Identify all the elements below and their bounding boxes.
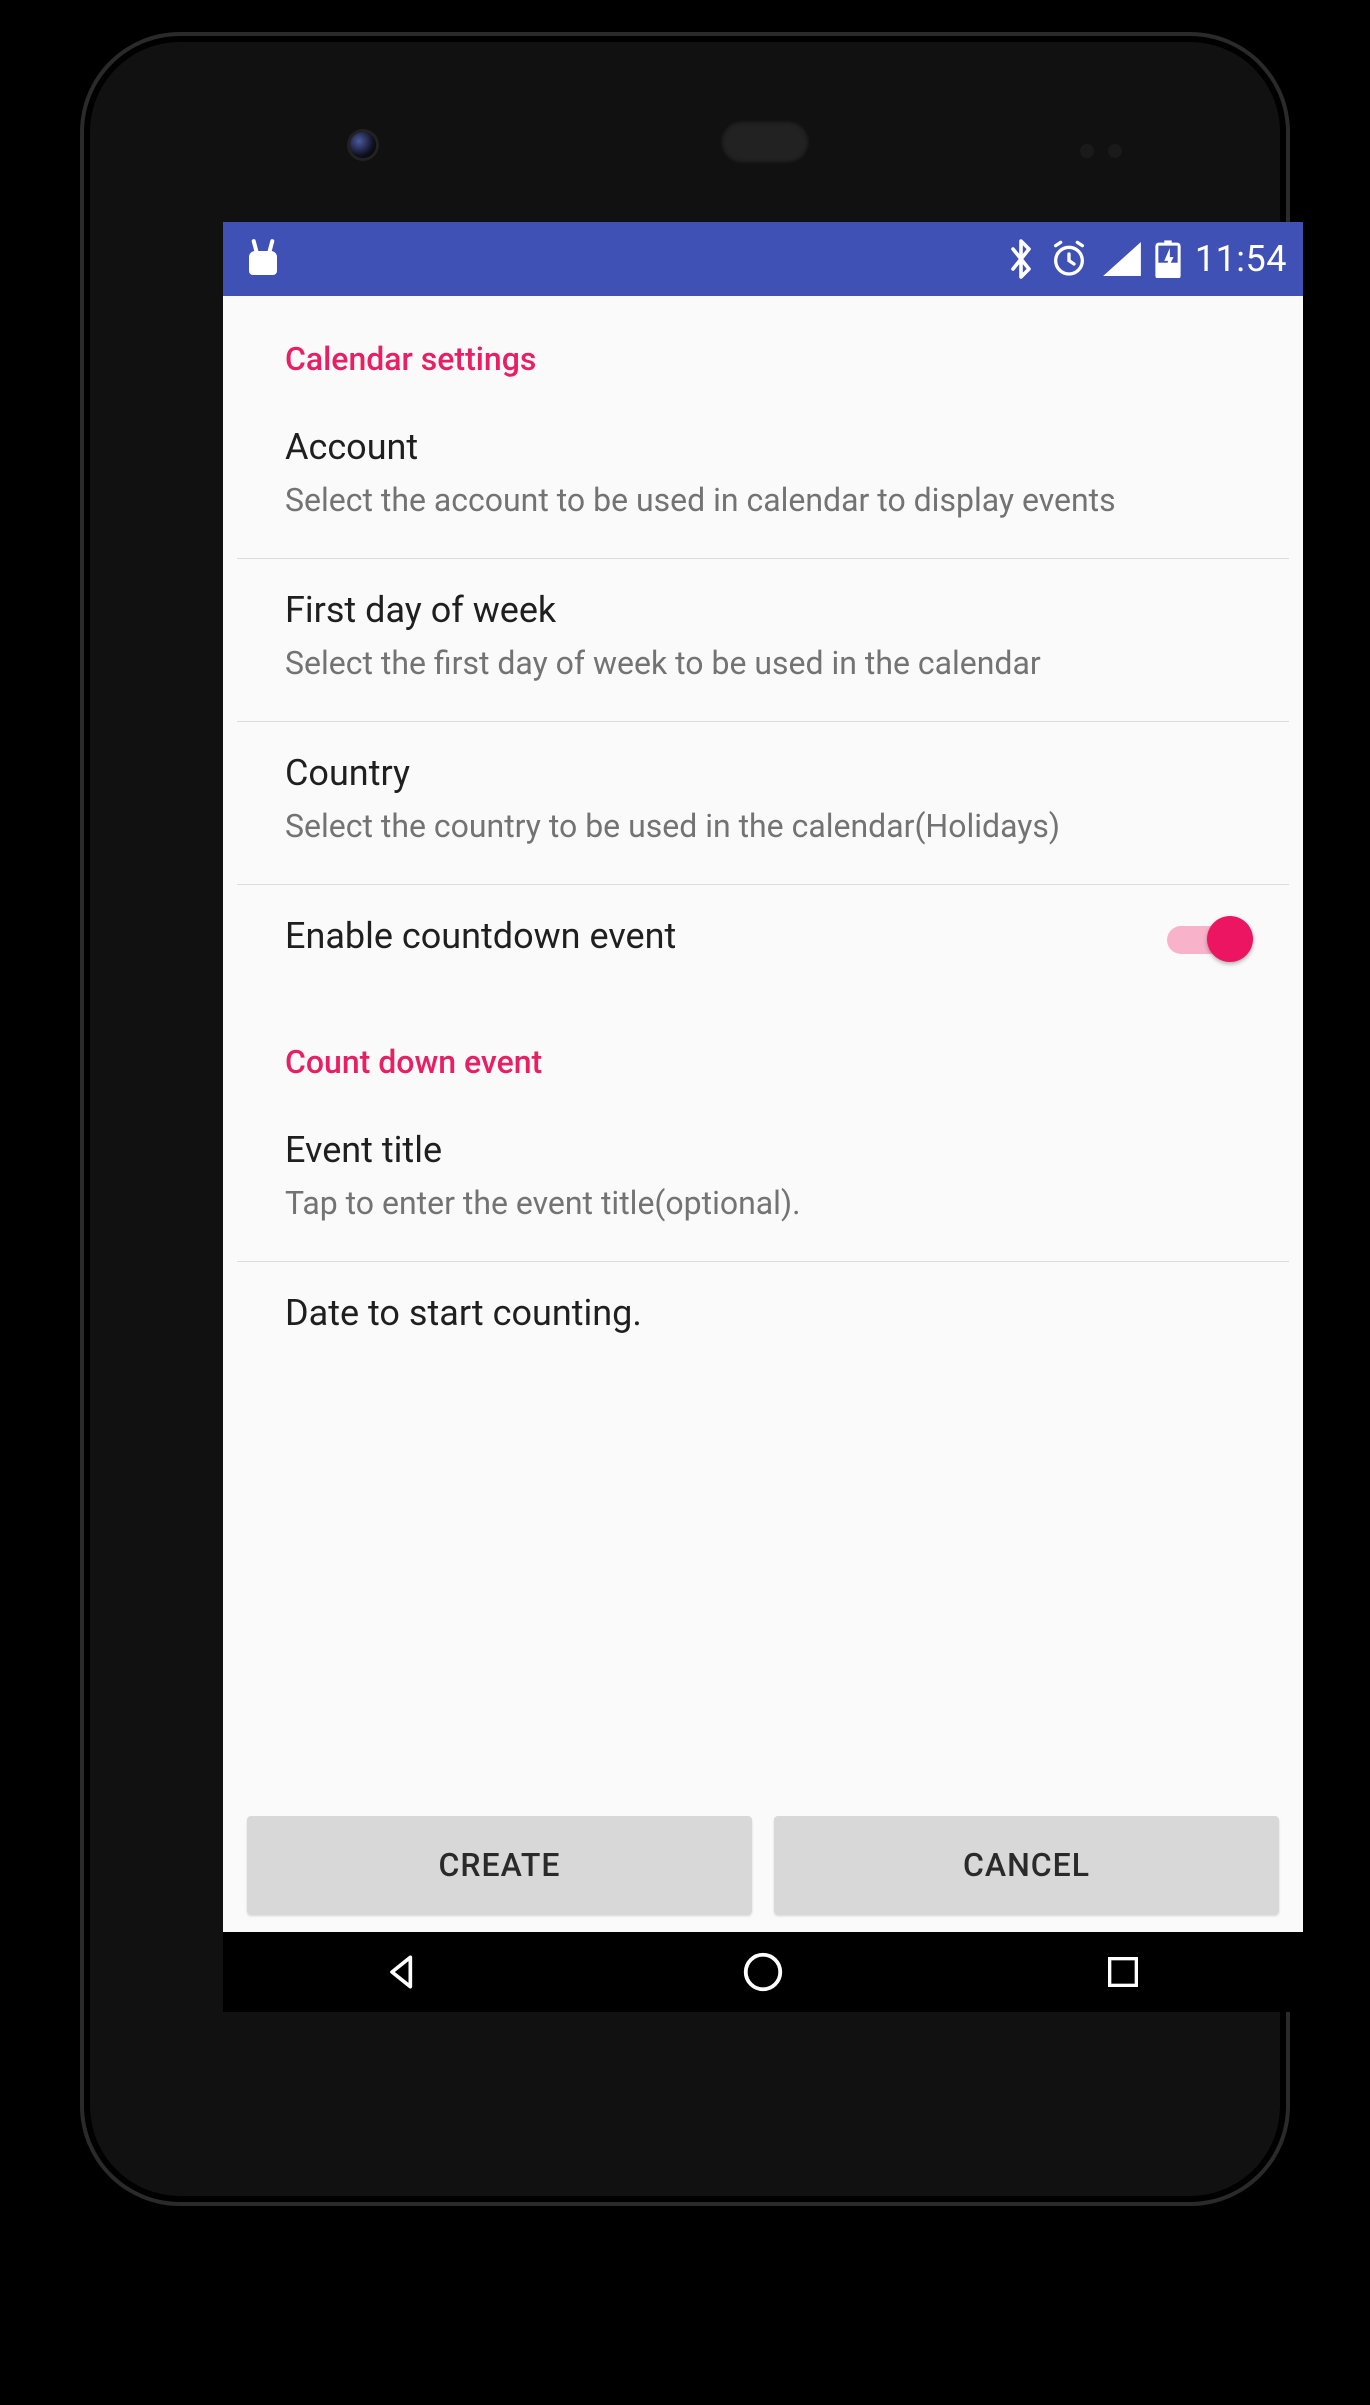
- home-button[interactable]: [663, 1932, 863, 2012]
- bluetooth-icon: [1007, 239, 1035, 279]
- setting-title: Enable countdown event: [285, 915, 676, 957]
- setting-first-day-of-week[interactable]: First day of week Select the first day o…: [223, 559, 1303, 721]
- status-time: 11:54: [1195, 238, 1287, 280]
- alarm-icon: [1049, 239, 1089, 279]
- recents-icon: [1103, 1952, 1143, 1992]
- setting-title: Account: [285, 426, 1241, 468]
- settings-content: Calendar settings Account Select the acc…: [223, 296, 1303, 1932]
- setting-subtitle: Tap to enter the event title(optional).: [285, 1179, 1241, 1227]
- setting-account[interactable]: Account Select the account to be used in…: [223, 396, 1303, 558]
- setting-enable-countdown-event[interactable]: Enable countdown event: [223, 885, 1303, 999]
- setting-date-to-start-counting[interactable]: Date to start counting.: [223, 1262, 1303, 1376]
- home-icon: [740, 1949, 786, 1995]
- cellular-signal-icon: [1103, 242, 1141, 276]
- setting-subtitle: Select the account to be used in calenda…: [285, 476, 1241, 524]
- phone-frame: 11:54 Calendar settings Account Select t…: [80, 32, 1290, 2206]
- screen: 11:54 Calendar settings Account Select t…: [223, 222, 1303, 2012]
- status-bar: 11:54: [223, 222, 1303, 296]
- setting-event-title[interactable]: Event title Tap to enter the event title…: [223, 1099, 1303, 1261]
- phone-camera: [350, 132, 376, 158]
- setting-title: Country: [285, 752, 1241, 794]
- section-header-countdown-event: Count down event: [223, 999, 1303, 1099]
- setting-subtitle: Select the first day of week to be used …: [285, 639, 1241, 687]
- create-button[interactable]: CREATE: [247, 1816, 752, 1914]
- section-header-calendar-settings: Calendar settings: [223, 296, 1303, 396]
- setting-title: First day of week: [285, 589, 1241, 631]
- android-notification-icon: [243, 239, 283, 279]
- setting-subtitle: Select the country to be used in the cal…: [285, 802, 1241, 850]
- navigation-bar: [223, 1932, 1303, 2012]
- setting-title: Event title: [285, 1129, 1241, 1171]
- back-icon: [381, 1950, 425, 1994]
- proximity-sensor: [1108, 144, 1122, 158]
- recents-button[interactable]: [1023, 1932, 1223, 2012]
- proximity-sensor: [1080, 144, 1094, 158]
- button-bar: CREATE CANCEL: [223, 1816, 1303, 1914]
- back-button[interactable]: [303, 1932, 503, 2012]
- battery-charging-icon: [1155, 240, 1181, 278]
- cancel-button[interactable]: CANCEL: [774, 1816, 1279, 1914]
- setting-title: Date to start counting.: [285, 1292, 1241, 1334]
- phone-speaker: [720, 120, 810, 164]
- setting-country[interactable]: Country Select the country to be used in…: [223, 722, 1303, 884]
- toggle-switch[interactable]: [1167, 918, 1247, 962]
